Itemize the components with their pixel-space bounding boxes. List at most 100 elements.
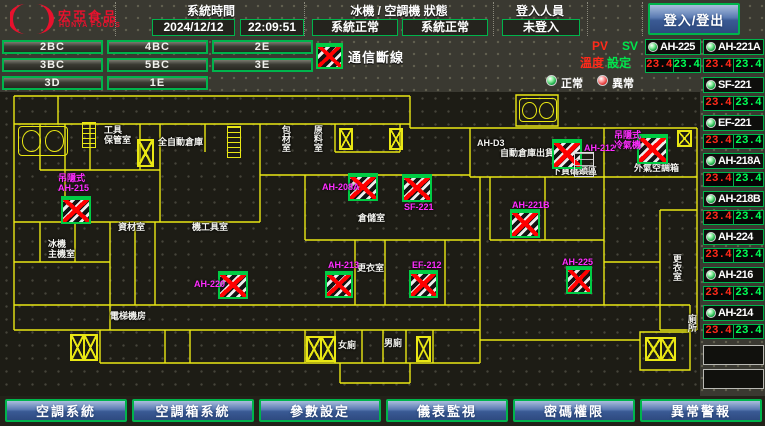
sv-value: 23.4	[734, 249, 763, 262]
equipment-icon-冷氣機[interactable]	[637, 134, 668, 164]
unit-AH-218B[interactable]: AH-218B	[703, 191, 764, 207]
pv-value: 23.4	[646, 59, 674, 72]
nav-button-4[interactable]: 儀表監視	[386, 399, 508, 422]
equipment-tag: AH-213	[328, 261, 359, 271]
equipment-icon-AH-221B[interactable]	[510, 209, 540, 238]
pv-column-label: PV	[592, 39, 608, 53]
unit-AH-216[interactable]: AH-216	[703, 267, 764, 283]
unit-AH-218A[interactable]: AH-218A	[703, 153, 764, 169]
equipment-tag: 吊隱式 AH-215	[58, 174, 89, 194]
unit-AH-221A[interactable]: AH-221A	[703, 39, 764, 55]
shaft-double-x-icon	[70, 334, 98, 361]
equipment-tag: AH-221B	[512, 201, 550, 211]
system-date-value: 2024/12/12	[152, 19, 235, 36]
abnormal-led-icon	[597, 75, 608, 86]
floor-button-3D[interactable]: 3D	[2, 76, 103, 90]
pv-value: 23.4	[704, 173, 734, 186]
pv-value: 23.4	[704, 135, 734, 148]
room-label: 工具 保管室	[104, 126, 131, 146]
nav-button-2[interactable]: 空調箱系統	[132, 399, 254, 422]
floor-button-3BC[interactable]: 3BC	[2, 58, 103, 72]
shaft-x-icon	[137, 139, 154, 167]
floor-button-4BC[interactable]: 4BC	[107, 40, 208, 54]
equipment-tag: AH-225	[562, 258, 593, 268]
header-divider	[587, 2, 588, 36]
nav-button-1[interactable]: 空調系統	[5, 399, 127, 422]
equipment-icon-EF-212[interactable]	[409, 270, 438, 298]
system-time-label: 系統時間	[118, 2, 304, 19]
shaft-x-icon	[389, 128, 403, 150]
login-user-value: 未登入	[502, 19, 580, 36]
room-label: 冰機 主機室	[48, 240, 75, 260]
equipment-icon-AH-225[interactable]	[566, 266, 592, 294]
unit-name-label: AH-216	[718, 269, 753, 281]
unit-name-label: EF-221	[718, 117, 751, 129]
unit-AH-225[interactable]: AH-225	[645, 39, 701, 55]
room-label: 外氣空調箱	[634, 164, 679, 174]
setting-label: 設定	[607, 54, 631, 71]
room-label: 機工具室	[192, 223, 228, 233]
logo-subtitle: HUNYA FOODS	[59, 22, 121, 29]
room-label: 全自動倉庫	[158, 138, 203, 148]
shaft-x-icon	[677, 130, 692, 147]
login-user-label: 登入人員	[493, 2, 587, 19]
status-led-icon	[648, 42, 658, 52]
shaft-double-x-icon	[306, 336, 336, 362]
pv-value: 23.4	[704, 249, 734, 262]
unit-name-label: AH-224	[718, 231, 753, 243]
normal-legend-label: 正常	[561, 75, 583, 91]
unit-name-label: AH-218B	[718, 193, 760, 205]
unit-name-label: SF-221	[718, 79, 751, 91]
unit-AH-214[interactable]: AH-214	[703, 305, 764, 321]
login-logout-button[interactable]: 登入/登出	[648, 3, 740, 35]
header-divider	[642, 2, 643, 36]
pv-value: 23.4	[704, 211, 734, 224]
floor-button-2E[interactable]: 2E	[212, 40, 313, 54]
unit-values-AH-224: 23.423.4	[703, 248, 764, 263]
floor-button-2BC[interactable]: 2BC	[2, 40, 103, 54]
sv-value: 23.4	[734, 211, 763, 224]
sv-column-label: SV	[622, 39, 638, 53]
empty-slot	[703, 369, 764, 389]
floor-button-5BC[interactable]: 5BC	[107, 58, 208, 72]
sv-value: 23.4	[734, 59, 763, 72]
floor-button-1E[interactable]: 1E	[107, 76, 208, 90]
pv-value: 23.4	[704, 287, 734, 300]
sv-value: 23.4	[734, 97, 763, 110]
unit-values-SF-221: 23.423.4	[703, 96, 764, 111]
hmi-screen: 宏亞食品 HUNYA FOODS 系統時間 2024/12/12 22:09:5…	[0, 0, 765, 426]
pv-value: 23.4	[704, 325, 734, 338]
equipment-icon-SF-221[interactable]	[402, 174, 432, 202]
equipment-tag: 吊隱式 冷氣機	[614, 131, 641, 151]
ac-status-value: 系統正常	[402, 19, 488, 36]
equipment-tag: AH-220	[194, 280, 225, 290]
unit-name-label: AH-225	[660, 41, 695, 53]
status-led-icon	[706, 194, 716, 204]
comm-loss-icon	[316, 43, 343, 69]
nav-button-6[interactable]: 異常警報	[640, 399, 762, 422]
room-label: 更衣室	[671, 254, 681, 281]
unit-name-label: AH-214	[718, 307, 753, 319]
unit-values-AH-221A: 23.423.4	[703, 58, 764, 73]
nav-button-3[interactable]: 參數設定	[259, 399, 381, 422]
status-led-icon	[706, 80, 716, 90]
nav-button-5[interactable]: 密碼權限	[513, 399, 635, 422]
shaft-double-x-icon	[645, 337, 676, 361]
unit-values-AH-218B: 23.423.4	[703, 210, 764, 225]
room-label: 包材室	[280, 125, 290, 152]
room-label: 更衣室	[357, 264, 384, 274]
unit-AH-224[interactable]: AH-224	[703, 229, 764, 245]
unit-SF-221[interactable]: SF-221	[703, 77, 764, 93]
equipment-icon-AH-215[interactable]	[61, 196, 91, 224]
equipment-icon-AH-213[interactable]	[325, 271, 353, 298]
status-led-icon	[706, 232, 716, 242]
shaft-x-icon	[339, 128, 353, 150]
equipment-box-icon	[574, 152, 594, 177]
floor-button-3E[interactable]: 3E	[212, 58, 313, 72]
unit-values-EF-221: 23.423.4	[703, 134, 764, 149]
unit-values-AH-216: 23.423.4	[703, 286, 764, 301]
temp-label: 溫度	[580, 54, 604, 71]
ladder-icon	[82, 122, 96, 148]
equipment-tag: SF-221	[404, 203, 434, 213]
unit-EF-221[interactable]: EF-221	[703, 115, 764, 131]
